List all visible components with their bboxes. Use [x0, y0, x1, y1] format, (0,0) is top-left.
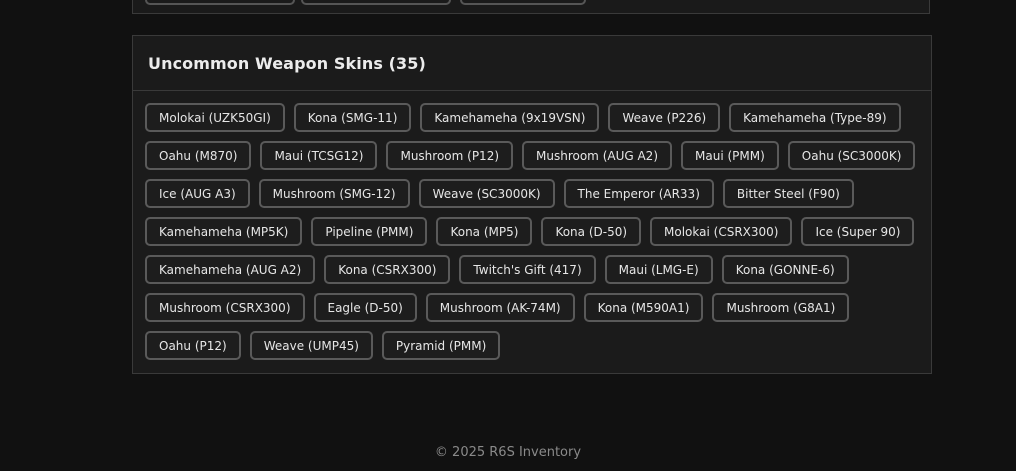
skin-list: Molokai (UZK50GI) Kona (SMG-11) Kamehameha… [133, 91, 931, 360]
skin-chip[interactable]: Weave (UMP45) [249, 331, 373, 360]
skin-chip[interactable]: Kona (SMG-11) [293, 103, 412, 132]
skin-chip[interactable]: Maui (PMM) [681, 141, 779, 170]
skin-chip[interactable]: Kona (D-50) [541, 217, 642, 246]
skin-chip[interactable]: Oahu (P12) [145, 331, 241, 360]
skin-chip[interactable]: Molokai (UZK50GI) [145, 103, 285, 132]
skin-chip[interactable]: Kona (M590A1) [583, 293, 704, 322]
skin-chip[interactable]: The Emperor (AR33) [563, 179, 714, 208]
skin-chip[interactable]: Pyramid (PMM) [381, 331, 501, 360]
section-header: Uncommon Weapon Skins (35) [133, 36, 931, 91]
skin-chip[interactable]: Bitter Steel (F90) [722, 179, 854, 208]
previous-skin-chip[interactable] [460, 0, 586, 5]
skin-chip[interactable]: Maui (LMG-E) [604, 255, 713, 284]
skin-chip[interactable]: Mushroom (P12) [386, 141, 514, 170]
skin-chip[interactable]: Mushroom (SMG-12) [258, 179, 410, 208]
skin-chip[interactable]: Maui (TCSG12) [260, 141, 378, 170]
skin-chip[interactable]: Eagle (D-50) [313, 293, 417, 322]
skin-chip[interactable]: Kamehameha (AUG A2) [145, 255, 316, 284]
skin-chip[interactable]: Mushroom (CSRX300) [145, 293, 305, 322]
uncommon-skins-section: Uncommon Weapon Skins (35) Molokai (UZK5… [132, 35, 932, 374]
skin-chip[interactable]: Mushroom (AK-74M) [425, 293, 575, 322]
previous-skin-chip[interactable] [301, 0, 451, 5]
skin-chip[interactable]: Mushroom (AUG A2) [522, 141, 673, 170]
skin-chip[interactable]: Kona (MP5) [436, 217, 533, 246]
section-title: Uncommon Weapon Skins (35) [148, 53, 426, 73]
skin-chip[interactable]: Kona (CSRX300) [324, 255, 451, 284]
skin-chip[interactable]: Kamehameha (Type-89) [729, 103, 901, 132]
skin-chip[interactable]: Weave (SC3000K) [418, 179, 555, 208]
skin-chip[interactable]: Oahu (SC3000K) [787, 141, 916, 170]
skin-chip[interactable]: Kona (GONNE-6) [721, 255, 849, 284]
skin-chip[interactable]: Molokai (CSRX300) [650, 217, 793, 246]
skin-chip[interactable]: Twitch's Gift (417) [459, 255, 596, 284]
page: Uncommon Weapon Skins (35) Molokai (UZK5… [0, 0, 1016, 471]
skin-chip[interactable]: Ice (AUG A3) [145, 179, 250, 208]
skin-chip[interactable]: Ice (Super 90) [801, 217, 915, 246]
previous-skin-chip[interactable] [145, 0, 295, 5]
skin-chip[interactable]: Weave (P226) [608, 103, 721, 132]
previous-section-card [132, 0, 930, 14]
skin-chip[interactable]: Kamehameha (9x19VSN) [420, 103, 600, 132]
footer-copyright: © 2025 R6S Inventory [434, 445, 582, 460]
skin-chip[interactable]: Mushroom (G8A1) [712, 293, 850, 322]
skin-chip[interactable]: Kamehameha (MP5K) [145, 217, 303, 246]
skin-chip[interactable]: Oahu (M870) [145, 141, 252, 170]
skin-chip[interactable]: Pipeline (PMM) [311, 217, 428, 246]
